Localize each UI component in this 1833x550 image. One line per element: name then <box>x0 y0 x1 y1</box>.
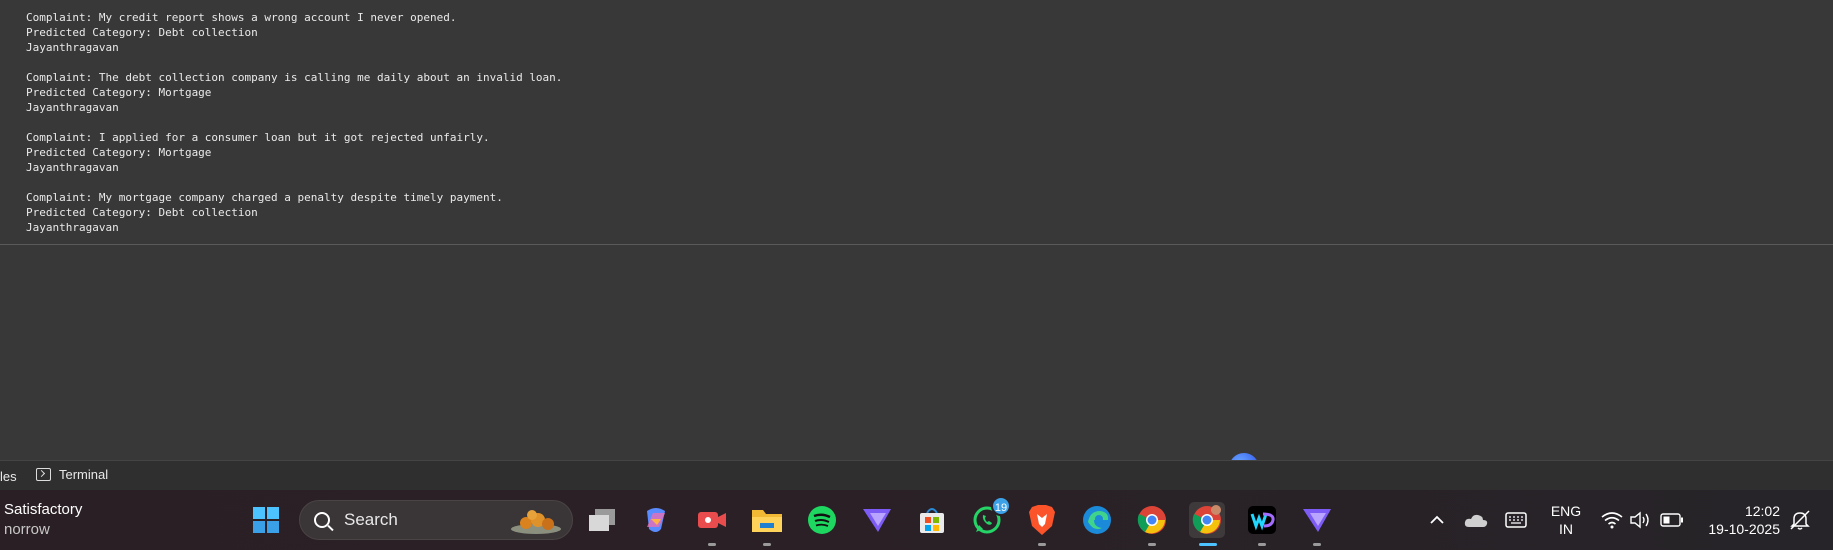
search-highlight-image <box>511 510 561 534</box>
battery-icon <box>1660 513 1683 527</box>
prediction-line: Predicted Category: Debt collection <box>26 26 258 39</box>
onedrive-button[interactable] <box>1458 502 1494 538</box>
region-code: IN <box>1559 521 1573 537</box>
notification-center-button[interactable] <box>1782 502 1818 538</box>
output-block: Complaint: The debt collection company i… <box>26 70 562 115</box>
weather-widget[interactable]: Satisfactory norrow <box>4 500 82 540</box>
clock-time: 12:02 <box>1744 503 1780 519</box>
author-line: Jayanthragavan <box>26 41 119 54</box>
chevron-up-icon <box>1430 515 1444 524</box>
search-icon <box>314 512 330 528</box>
proton-vpn-button[interactable] <box>859 502 895 538</box>
terminal-icon <box>36 468 51 481</box>
show-hidden-icons-button[interactable] <box>1419 502 1455 538</box>
weather-subtext: norrow <box>4 521 50 538</box>
volume-icon <box>1630 511 1649 529</box>
camera-app-button[interactable] <box>694 502 730 546</box>
language-code: ENG <box>1550 503 1582 519</box>
chrome-profile-icon <box>1192 505 1221 534</box>
variables-tab-label[interactable]: les <box>0 469 17 484</box>
prediction-line: Predicted Category: Mortgage <box>26 86 212 99</box>
webstorm-icon <box>1248 506 1276 534</box>
file-explorer-button[interactable] <box>749 502 785 546</box>
microsoft-store-icon <box>920 508 944 533</box>
complaint-line: Complaint: I applied for a consumer loan… <box>26 131 490 144</box>
weather-condition: Satisfactory <box>4 501 83 518</box>
spotify-icon <box>808 506 836 534</box>
taskbar-search-box[interactable]: Search <box>299 500 573 540</box>
windows-taskbar: Satisfactory norrow Search 19 ENG IN 12:… <box>0 490 1833 550</box>
keyboard-icon <box>1505 512 1527 528</box>
notification-icon <box>1790 510 1810 530</box>
whatsapp-unread-badge: 19 <box>991 496 1011 516</box>
start-button[interactable] <box>248 502 284 538</box>
camera-app-icon <box>698 512 726 528</box>
prediction-line: Predicted Category: Debt collection <box>26 206 258 219</box>
copilot-icon <box>647 508 665 532</box>
spotify-button[interactable] <box>804 502 840 538</box>
complaint-line: Complaint: The debt collection company i… <box>26 71 563 84</box>
brave-button[interactable] <box>1024 502 1060 546</box>
output-block: Complaint: I applied for a consumer loan… <box>26 130 490 175</box>
webstorm-button[interactable] <box>1244 502 1280 546</box>
terminal-tab[interactable]: Terminal <box>36 467 108 482</box>
proton-vpn-icon <box>1303 509 1331 532</box>
battery-status[interactable] <box>1654 502 1690 538</box>
touch-keyboard-button[interactable] <box>1498 502 1534 538</box>
edge-button[interactable] <box>1079 502 1115 538</box>
output-block: Complaint: My credit report shows a wron… <box>26 10 456 55</box>
brave-icon <box>1029 505 1055 535</box>
prediction-line: Predicted Category: Mortgage <box>26 146 212 159</box>
output-block: Complaint: My mortgage company charged a… <box>26 190 503 235</box>
clock-date: 19-10-2025 <box>1708 521 1780 537</box>
proton-vpn-button-2[interactable] <box>1299 502 1335 546</box>
complaint-line: Complaint: My credit report shows a wron… <box>26 11 457 24</box>
proton-vpn-icon <box>863 509 891 532</box>
edge-icon <box>1083 506 1111 534</box>
notebook-output: Complaint: My credit report shows a wron… <box>0 0 1833 245</box>
terminal-label: Terminal <box>59 467 109 482</box>
bottom-panel-bar: les Terminal <box>0 460 1833 491</box>
chrome-icon <box>1137 506 1166 534</box>
author-line: Jayanthragavan <box>26 101 119 114</box>
onedrive-icon <box>1464 514 1488 527</box>
input-language-indicator[interactable]: ENG IN <box>1546 502 1586 538</box>
author-line: Jayanthragavan <box>26 221 119 234</box>
system-clock[interactable]: 12:02 19-10-2025 <box>1700 502 1780 538</box>
copilot-button[interactable] <box>638 502 674 538</box>
start-icon <box>253 507 279 533</box>
task-view-button[interactable] <box>584 502 620 538</box>
chrome-profile-button[interactable] <box>1189 502 1225 546</box>
whatsapp-button[interactable]: 19 <box>969 496 1011 538</box>
microsoft-store-button[interactable] <box>914 502 950 538</box>
volume-control[interactable] <box>1622 502 1658 538</box>
chrome-button[interactable] <box>1134 502 1170 546</box>
complaint-line: Complaint: My mortgage company charged a… <box>26 191 503 204</box>
wifi-icon <box>1601 512 1623 529</box>
task-view-icon <box>589 509 615 531</box>
file-explorer-icon <box>752 510 782 532</box>
search-label: Search <box>344 510 398 529</box>
author-line: Jayanthragavan <box>26 161 119 174</box>
